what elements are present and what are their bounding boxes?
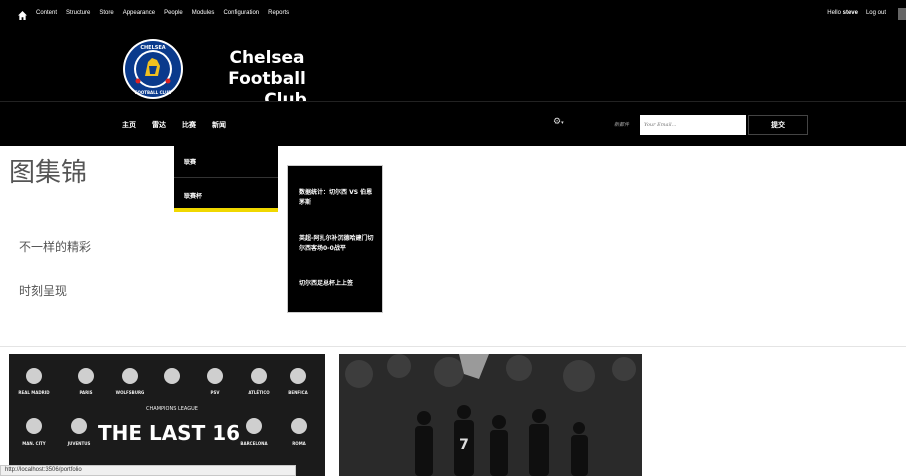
chelsea-logo[interactable]: CHELSEA FOOTBALL CLUB <box>122 38 184 100</box>
admin-menu-configuration[interactable]: Configuration <box>223 10 259 16</box>
site-header: CHELSEA FOOTBALL CLUB Chelsea Football C… <box>0 38 906 110</box>
jersey-number: 7 <box>459 437 469 453</box>
username[interactable]: steve <box>843 10 858 16</box>
tagline-line1: 不一样的精彩 <box>19 240 92 254</box>
nav-item-radar[interactable]: 雷达 <box>152 120 166 130</box>
league-cup-submenu: 数据统计：切尔西 VS 伯恩茅斯 英超-阿扎尔补沉德哈建门切尔西客场0-0战平 … <box>287 165 383 313</box>
page-title: 图集锦 <box>9 158 88 188</box>
club-label: PARIS <box>79 390 92 395</box>
dropdown-item-league-cup[interactable]: 联赛杯 <box>184 191 202 200</box>
subscribe-label: 新都件 <box>614 122 630 128</box>
admin-menu-people[interactable]: People <box>164 10 183 16</box>
champions-league-image: REAL MADRID PARIS WOLFSBURG PSV ATLÉTICO… <box>9 354 325 476</box>
submenu-item[interactable]: 英超-阿扎尔补沉德哈建门切尔西客场0-0战平 <box>299 234 377 254</box>
main-menu: 主页 雷达 比赛 新闻 <box>122 120 226 130</box>
the-last-16-title: THE LAST 16 <box>98 421 240 445</box>
home-icon[interactable] <box>18 11 27 20</box>
admin-menu-appearance[interactable]: Appearance <box>123 10 155 16</box>
portfolio-card-champions-league[interactable]: REAL MADRID PARIS WOLFSBURG PSV ATLÉTICO… <box>9 354 325 476</box>
logout-link[interactable]: Log out <box>866 10 886 16</box>
nav-item-matches[interactable]: 比赛 <box>182 120 196 130</box>
champions-league-subtitle: CHAMPIONS LEAGUE <box>146 406 198 412</box>
admin-toolbar: Content Structure Store Appearance Peopl… <box>0 0 906 38</box>
club-label: REAL MADRID <box>18 390 50 395</box>
club-label: BENFICA <box>288 390 308 395</box>
divider <box>0 346 906 347</box>
matches-dropdown: 联赛 联赛杯 <box>174 146 278 212</box>
admin-menu-reports[interactable]: Reports <box>268 10 289 16</box>
gear-icon[interactable]: ⚙▾ <box>553 117 564 127</box>
browser-status-bar: http://localhost:3506/portfolio <box>0 465 296 476</box>
submenu-item[interactable]: 切尔西足总杯上上签 <box>299 279 377 289</box>
club-label: ATLÉTICO <box>248 390 270 395</box>
team-photo: 7 <box>339 354 642 476</box>
admin-menu-structure[interactable]: Structure <box>66 10 90 16</box>
admin-menu-content[interactable]: Content <box>36 10 57 16</box>
svg-text:CHELSEA: CHELSEA <box>140 45 165 51</box>
nav-item-news[interactable]: 新闻 <box>212 120 226 130</box>
tagline-line2: 时刻呈现 <box>19 284 68 298</box>
main-navbar: 主页 雷达 比赛 新闻 ⚙▾ 新都件 提交 <box>0 101 906 146</box>
club-label: BARCELONA <box>240 441 268 446</box>
portfolio-card-team-photo[interactable]: 7 <box>339 354 642 476</box>
submit-button[interactable]: 提交 <box>748 115 808 135</box>
club-label: MAN. CITY <box>22 441 45 446</box>
club-label: JUVENTUS <box>67 441 91 446</box>
email-field[interactable] <box>640 115 746 135</box>
admin-menu-store[interactable]: Store <box>99 10 113 16</box>
greeting-text: Hello steve <box>827 10 858 16</box>
shortcuts-toggle[interactable] <box>898 8 906 20</box>
admin-menu-modules[interactable]: Modules <box>192 10 215 16</box>
club-label: WOLFSBURG <box>116 390 145 395</box>
svg-text:FOOTBALL CLUB: FOOTBALL CLUB <box>135 90 172 95</box>
active-indicator <box>174 208 278 212</box>
dropdown-item-league[interactable]: 联赛 <box>184 157 196 166</box>
club-label: ROMA <box>292 441 306 446</box>
admin-menu: Content Structure Store Appearance Peopl… <box>36 10 289 16</box>
dropdown-divider <box>174 177 278 178</box>
nav-item-home[interactable]: 主页 <box>122 120 136 130</box>
club-label: PSV <box>211 390 221 395</box>
submenu-item[interactable]: 数据统计：切尔西 VS 伯恩茅斯 <box>299 188 377 208</box>
admin-user-area: Hello steve Log out <box>827 10 886 16</box>
